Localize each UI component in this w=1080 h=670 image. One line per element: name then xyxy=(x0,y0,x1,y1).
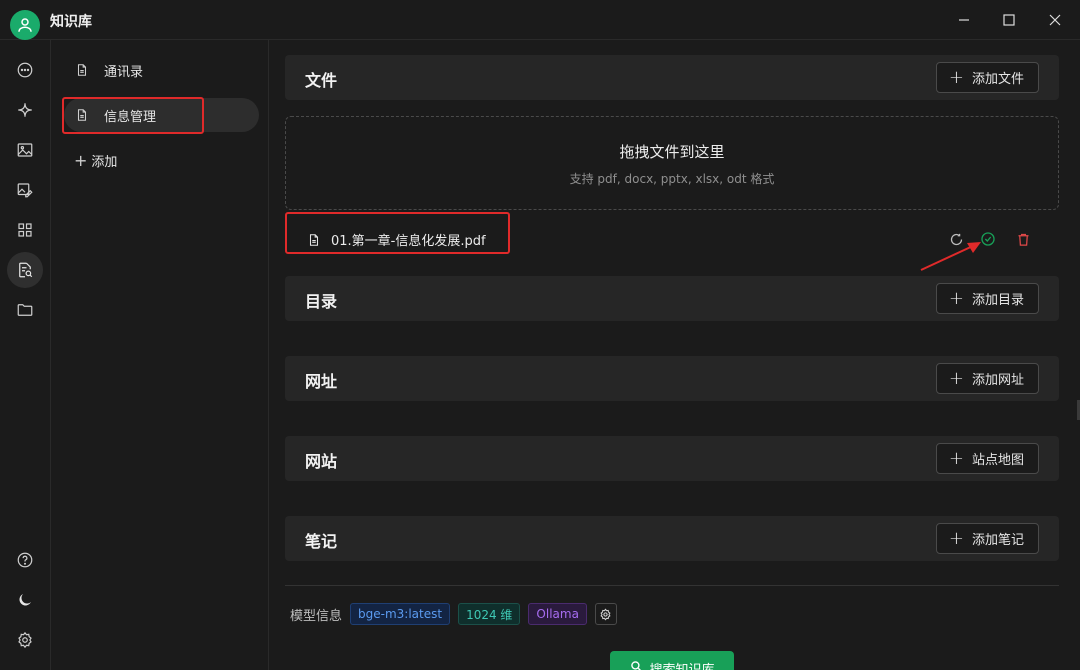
directory-section: 目录 + 添加目录 xyxy=(285,276,1059,321)
minimize-button[interactable] xyxy=(946,6,982,34)
apps-grid-icon[interactable] xyxy=(7,212,43,248)
model-info-row: 模型信息 bge-m3:latest 1024 维 Ollama xyxy=(290,602,617,626)
website-section: 网站 + 站点地图 xyxy=(285,436,1059,481)
dimension-tag: 1024 维 xyxy=(458,603,521,625)
image-icon[interactable] xyxy=(7,132,43,168)
dark-mode-icon[interactable] xyxy=(7,582,43,618)
button-label: 添加目录 xyxy=(971,293,1024,308)
button-label: 添加笔记 xyxy=(971,533,1024,548)
model-settings-gear-icon[interactable] xyxy=(594,603,617,625)
search-knowledge-base-button[interactable]: 搜索知识库 xyxy=(610,651,734,670)
document-icon xyxy=(74,107,90,123)
help-icon[interactable] xyxy=(7,542,43,578)
section-title: 网址 xyxy=(305,372,338,391)
plus-icon: + xyxy=(948,527,964,549)
notes-section: 笔记 + 添加笔记 xyxy=(285,516,1059,561)
divider xyxy=(285,585,1059,586)
plus-icon: + xyxy=(74,150,88,170)
folder-icon[interactable] xyxy=(7,292,43,328)
search-icon xyxy=(629,659,643,670)
close-button[interactable] xyxy=(1037,6,1073,34)
delete-icon[interactable] xyxy=(1014,230,1032,248)
settings-gear-icon[interactable] xyxy=(7,622,43,658)
file-name[interactable]: 01.第一章-信息化发展.pdf xyxy=(307,230,486,249)
plus-icon: + xyxy=(948,287,964,309)
add-url-button[interactable]: + 添加网址 xyxy=(935,363,1039,394)
plus-icon: + xyxy=(948,447,964,469)
section-title: 笔记 xyxy=(305,532,338,551)
add-note-button[interactable]: + 添加笔记 xyxy=(935,523,1039,554)
button-label: 添加网址 xyxy=(971,373,1024,388)
sidebar-item-label: 信息管理 xyxy=(104,109,157,125)
section-title: 文件 xyxy=(305,71,338,90)
pdf-document-icon xyxy=(307,232,321,248)
model-name-tag: bge-m3:latest xyxy=(350,603,451,625)
button-label: 站点地图 xyxy=(971,453,1024,468)
section-title: 目录 xyxy=(305,292,338,311)
main-panel: 文件 + 添加文件 拖拽文件到这里 支持 pdf, docx, pptx, xl… xyxy=(270,40,1080,670)
document-icon xyxy=(74,62,90,78)
plus-icon: + xyxy=(948,66,964,88)
search-button-label: 搜索知识库 xyxy=(649,659,714,670)
url-section: 网址 + 添加网址 xyxy=(285,356,1059,401)
files-section: 文件 + 添加文件 xyxy=(285,55,1059,100)
app-title: 知识库 xyxy=(50,14,92,30)
dropzone-subtitle: 支持 pdf, docx, pptx, xlsx, odt 格式 xyxy=(569,172,775,186)
image-edit-icon[interactable] xyxy=(7,172,43,208)
file-name-label: 01.第一章-信息化发展.pdf xyxy=(331,234,486,249)
add-knowledge-base-button[interactable]: + 添加 xyxy=(64,143,259,177)
model-info-label: 模型信息 xyxy=(290,608,343,624)
sidebar-item-info-management[interactable]: 信息管理 xyxy=(64,98,259,132)
add-label: 添加 xyxy=(91,154,118,170)
add-directory-button[interactable]: + 添加目录 xyxy=(935,283,1039,314)
title-bar: 知识库 xyxy=(0,0,1080,40)
knowledge-sidebar: 通讯录 信息管理 + 添加 xyxy=(52,40,269,670)
file-dropzone[interactable]: 拖拽文件到这里 支持 pdf, docx, pptx, xlsx, odt 格式 xyxy=(285,116,1059,210)
dropzone-title: 拖拽文件到这里 xyxy=(619,143,725,161)
sidebar-item-contacts[interactable]: 通讯录 xyxy=(64,53,259,87)
knowledge-base-icon[interactable] xyxy=(7,252,43,288)
button-label: 添加文件 xyxy=(971,72,1024,87)
sparkle-icon[interactable] xyxy=(7,92,43,128)
sitemap-button[interactable]: + 站点地图 xyxy=(935,443,1039,474)
chat-icon[interactable] xyxy=(7,52,43,88)
provider-tag: Ollama xyxy=(528,603,587,625)
add-file-button[interactable]: + 添加文件 xyxy=(935,62,1039,93)
section-title: 网站 xyxy=(305,452,338,471)
icon-rail xyxy=(0,40,51,670)
user-avatar-icon[interactable] xyxy=(10,10,40,40)
annotation-arrow-icon xyxy=(920,242,981,271)
plus-icon: + xyxy=(948,367,964,389)
maximize-button[interactable] xyxy=(991,6,1027,34)
sidebar-item-label: 通讯录 xyxy=(104,64,144,80)
